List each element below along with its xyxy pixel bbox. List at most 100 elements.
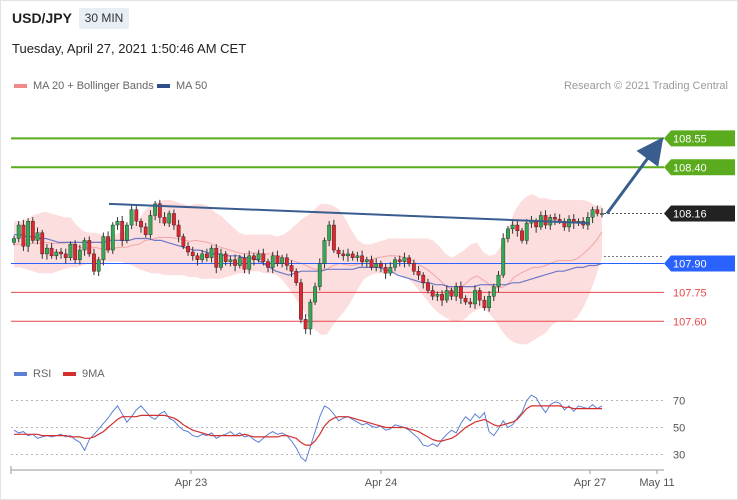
candle-body [473, 290, 477, 305]
rsi-level-label-50: 50 [673, 423, 685, 435]
candle-body [458, 286, 463, 299]
candle-body [49, 247, 54, 257]
candle-body [12, 238, 16, 243]
candle-body [407, 257, 412, 264]
candle-body [313, 286, 317, 303]
x-axis-label: Apr 27 [574, 477, 606, 489]
candle-body [148, 215, 153, 235]
candle-body [379, 263, 383, 268]
candle-body [237, 257, 242, 266]
candle-body [355, 255, 360, 258]
candle-body [120, 220, 125, 241]
candle-body [92, 253, 96, 272]
x-axis-label: May 11 [639, 477, 674, 489]
candle-body [331, 224, 336, 251]
candle-body [190, 251, 195, 257]
candle-body [26, 220, 31, 247]
candle-body [101, 236, 106, 260]
candle-body [73, 244, 78, 260]
candle-body [346, 253, 350, 257]
candle-body [506, 228, 510, 239]
candle-body [397, 259, 402, 262]
candle-body [369, 259, 374, 268]
candle-body [242, 257, 247, 270]
candle-body [209, 247, 214, 258]
candle-body [87, 240, 92, 255]
x-axis-label: Apr 24 [365, 477, 397, 489]
candle-body [590, 209, 595, 218]
rsi-level-label-70: 70 [673, 396, 685, 408]
candle-body [54, 251, 59, 257]
rsi-panel: 70 50 30 [11, 394, 685, 463]
candle-body [59, 251, 63, 255]
candle-body [252, 255, 256, 260]
candle-body [256, 253, 261, 260]
candle-body [280, 257, 285, 264]
candle-body [600, 213, 604, 215]
candle-body [595, 209, 600, 214]
candle-body [308, 301, 313, 330]
candle-body [284, 257, 289, 266]
candle-body [463, 297, 468, 303]
candle-body [496, 274, 501, 287]
candle-body [68, 244, 73, 258]
candle-body [553, 217, 557, 220]
candle-body [440, 294, 444, 301]
candle-body [454, 286, 459, 297]
candle-body [82, 240, 87, 251]
price-chart[interactable]: 108.55 108.40 108.16 107.90 107.75 107.60 70 5… [0, 0, 738, 500]
candle-body [524, 222, 529, 241]
candle-body [491, 286, 496, 297]
level-tags: 108.55 108.40 108.16 107.90 107.75 107.60 [664, 130, 735, 328]
candle-body [430, 290, 435, 297]
candle-body [477, 290, 482, 301]
candle-body [181, 236, 186, 247]
level-tag-107.75: 107.75 [673, 287, 707, 299]
candle-body [364, 259, 369, 262]
candle-body [270, 255, 275, 268]
candle-body [96, 259, 101, 272]
candle-body [322, 240, 327, 264]
candle-body [176, 224, 181, 237]
candle-body [77, 249, 82, 260]
candle-body [374, 263, 379, 268]
candle-body [411, 263, 416, 272]
candle-body [167, 213, 172, 224]
candle-body [388, 267, 393, 274]
candle-body [303, 319, 308, 330]
candle-body [482, 299, 487, 309]
level-tag-107.90: 107.90 [673, 259, 707, 271]
candle-body [63, 253, 68, 258]
candle-body [129, 209, 134, 226]
candle-body [421, 274, 426, 283]
candle-body [172, 213, 176, 226]
candle-body [124, 224, 129, 241]
candle-body [520, 230, 524, 241]
candle-body [435, 294, 440, 297]
candle-body [515, 224, 520, 232]
candle-body [393, 259, 397, 268]
rsi-line [13, 394, 603, 463]
candle-body [416, 271, 421, 276]
candle-body [35, 232, 40, 241]
candle-body [426, 282, 430, 291]
candle-body [228, 259, 233, 262]
candle-body [45, 247, 49, 255]
candle-body [110, 224, 115, 251]
x-axis: Apr 23 Apr 24 Apr 27 May 11 [10, 466, 675, 489]
candle-body [266, 261, 270, 268]
candle-body [487, 296, 492, 309]
level-tag-108.55: 108.55 [673, 133, 707, 145]
candle-body [219, 253, 223, 268]
candle-body [350, 253, 355, 258]
candle-body [336, 249, 341, 255]
candle-body [261, 253, 266, 262]
candle-body [327, 224, 332, 241]
rsi-level-label-30: 30 [673, 450, 685, 462]
x-axis-label: Apr 23 [175, 477, 207, 489]
candle-body [534, 220, 539, 228]
candle-body [247, 255, 252, 270]
candle-body [543, 215, 548, 226]
projection-arrow [605, 137, 664, 215]
candle-body [195, 255, 200, 260]
